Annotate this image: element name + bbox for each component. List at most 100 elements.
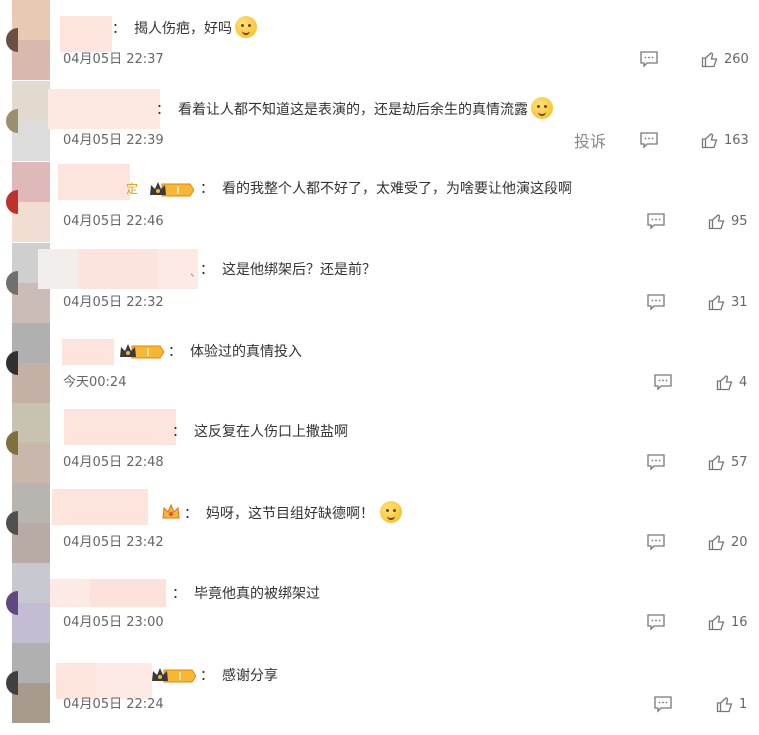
svg-text:Ⅰ: Ⅰ [176,184,179,197]
comment-text: 妈呀，这节目组好缺德啊！ [206,506,374,522]
vip-crown-badge-icon[interactable]: Ⅰ [148,179,195,201]
comment-icon[interactable] [639,50,659,68]
comment-time: 04月05日 23:00 [63,615,164,630]
avatar-edge [6,190,18,214]
username-blurred[interactable] [60,16,112,52]
comment-item: 、 ：这是他绑架后？还是前？ 04月05日 22:32 31 [0,243,759,323]
username-blurred[interactable] [48,89,160,129]
username-blurred[interactable] [38,249,198,289]
avatar-edge [6,511,18,535]
vip-crown-badge-icon[interactable]: Ⅰ [118,341,165,363]
avatar-edge [6,271,18,295]
username-blurred[interactable] [64,409,176,445]
thumbs-up-icon [708,294,725,310]
like-button[interactable]: 31 [708,292,748,312]
comment-icon[interactable] [646,453,666,471]
like-button[interactable]: 260 [701,49,749,69]
like-count: 31 [731,294,748,310]
colon: ： [200,668,214,684]
comment-time: 04月05日 22:46 [63,214,164,229]
comment-item: Ⅰ ： 体验过的真情投入 今天00:24 4 [0,323,759,403]
comment-item: ： 妈呀，这节目组好缺德啊！ 04月05日 23:42 20 [0,483,759,563]
comment-text: 看的我整个人都不好了，太难受了，为啥要让他演这段啊 [222,181,572,197]
vip-crown-badge-icon[interactable] [160,501,182,523]
comment-item: Ⅰ ： 感谢分享 04月05日 22:24 1 [0,643,759,723]
colon: ： [200,181,214,197]
comment-time: 04月05日 23:42 [63,535,164,550]
thumbs-up-icon [708,534,725,550]
comment-text: 体验过的真情投入 [190,344,302,360]
like-button[interactable]: 1 [716,694,747,714]
comment-time: 04月05日 22:32 [63,295,164,310]
comment-time: 今天00:24 [63,375,127,390]
comment-icon[interactable] [646,613,666,631]
comment-icon[interactable] [646,212,666,230]
svg-text:Ⅰ: Ⅰ [178,670,181,683]
comment-text-line: ： 体验过的真情投入 [168,341,302,361]
comment-time: 04月05日 22:24 [63,697,164,712]
emoji-face-icon [235,16,257,38]
comment-icon[interactable] [653,373,673,391]
like-button[interactable]: 163 [701,130,749,150]
thumbs-up-icon [708,454,725,470]
comment-text: 毕竟他真的被绑架过 [194,586,320,602]
comment-icon[interactable] [653,695,673,713]
avatar-edge [6,109,18,133]
comment-icon[interactable] [639,131,659,149]
comment-text-line: ： 这是他绑架后？还是前？ [200,259,376,279]
like-button[interactable]: 16 [708,612,748,632]
comment-text-line: ： 看的我整个人都不好了，太难受了，为啥要让他演这段啊 [200,178,572,198]
colon: ： [172,424,186,440]
comment-text: 看着让人都不知道这是表演的，还是劫后余生的真情流露 [178,102,528,118]
comment-icon[interactable] [646,533,666,551]
comment-item: ： 这反复在人伤口上撒盐啊 04月05日 22:48 57 [0,403,759,483]
thumbs-up-icon [708,213,725,229]
comment-time: 04月05日 22:39 [63,133,164,148]
emoji-face-icon [531,97,553,119]
report-button[interactable]: 投诉 [574,128,606,152]
like-count: 20 [731,534,748,550]
comment-text-line: ： 毕竟他真的被绑架过 [172,583,320,603]
colon: ： [156,102,170,118]
comment-text-line: ： 感谢分享 [200,665,278,685]
colon: ： [172,586,186,602]
like-button[interactable]: 4 [716,372,747,392]
comment-text-line: ： 这反复在人伤口上撒盐啊 [172,421,348,441]
comment-text: 这反复在人伤口上撒盐啊 [194,424,348,440]
comment-item: ：看着让人都不知道这是表演的，还是劫后余生的真情流露 04月05日 22:39 … [0,81,759,161]
comment-time: 04月05日 22:48 [63,455,164,470]
like-count: 95 [731,213,748,229]
username-blurred[interactable] [58,164,130,200]
like-count: 57 [731,454,748,470]
thumbs-up-icon [708,614,725,630]
vip-crown-badge-icon[interactable]: Ⅰ [150,665,197,687]
username-fragment: 定 [126,182,139,196]
comment-text-line: ： 看着让人都不知道这是表演的，还是劫后余生的真情流露 [156,97,553,119]
avatar-edge [6,591,18,615]
comment-time: 04月05日 22:37 [63,52,164,67]
emoji-smile-icon [380,501,402,523]
username-blurred[interactable] [50,579,166,607]
comment-item: ： 毕竟他真的被绑架过 04月05日 23:00 16 [0,563,759,643]
thumbs-up-icon [701,51,718,67]
avatar-edge [6,28,18,52]
comment-item: ： 揭人伤疤，好吗 04月05日 22:37 260 [0,0,759,80]
comment-text-line: ： 揭人伤疤，好吗 [112,16,257,38]
colon: ： [112,21,126,37]
avatar-edge [6,671,18,695]
comment-text: 感谢分享 [222,668,278,684]
like-count: 4 [739,374,748,390]
colon: ： [200,262,214,278]
like-button[interactable]: 95 [708,211,748,231]
like-count: 163 [724,132,749,148]
like-button[interactable]: 20 [708,532,748,552]
thumbs-up-icon [716,374,733,390]
svg-text:Ⅰ: Ⅰ [146,346,149,359]
comment-text: 这是他绑架后？还是前？ [222,262,376,278]
comment-text-line: ： 妈呀，这节目组好缺德啊！ [184,501,402,523]
avatar-edge [6,431,18,455]
like-button[interactable]: 57 [708,452,748,472]
comment-icon[interactable] [646,293,666,311]
username-blurred[interactable] [52,489,148,525]
username-blurred[interactable] [62,339,114,365]
